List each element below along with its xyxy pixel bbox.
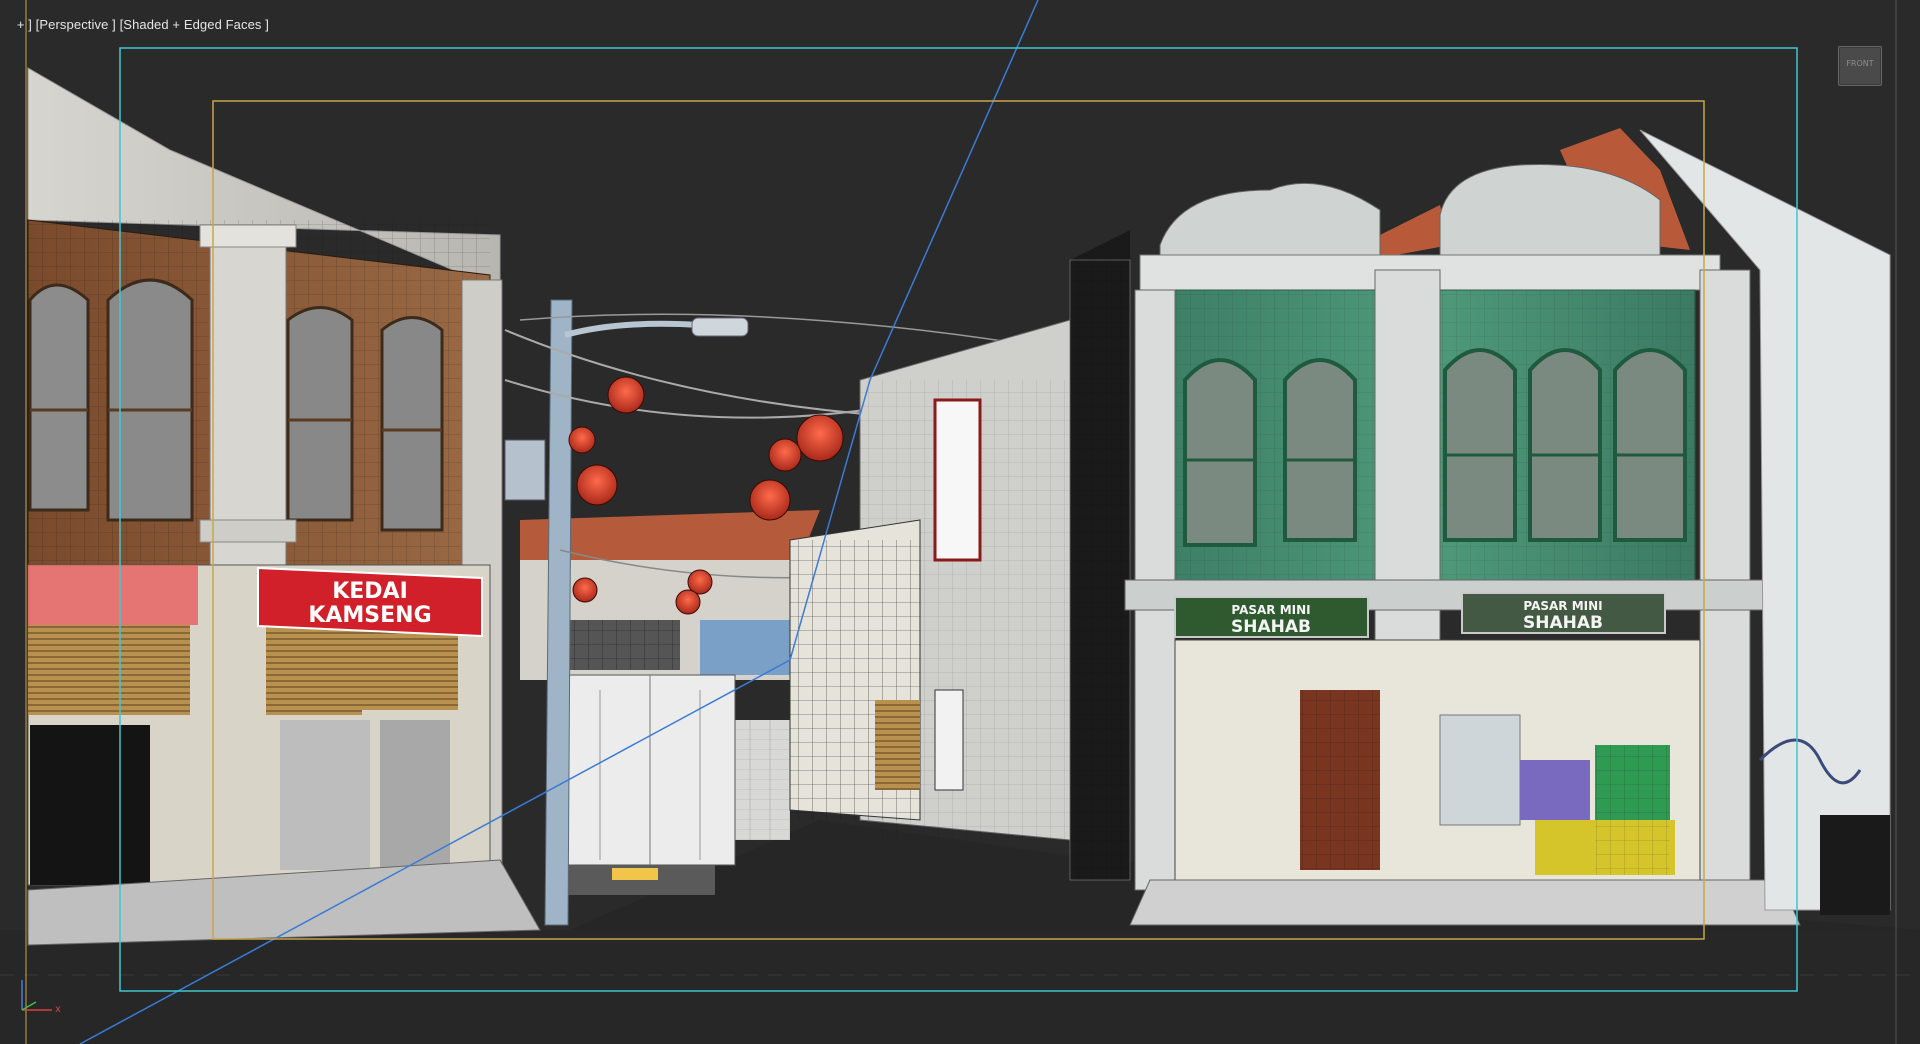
svg-text:x: x <box>55 1004 61 1015</box>
right-shophouse <box>1124 128 1891 926</box>
viewport-label-mid: ] [ <box>108 17 124 32</box>
viewport-label: + ] [Perspective ] [Shaded + Edged Faces… <box>2 2 269 47</box>
viewport-label-suffix: ] <box>261 17 269 32</box>
perspective-viewport[interactable]: KEDAI KAMSENG PASAR MINI SHAHAB PASAR MI… <box>0 0 1920 1044</box>
pasar-right-line2: SHAHAB <box>1523 613 1603 633</box>
left-shophouse <box>27 67 541 946</box>
kedai-sign-line2: KAMSENG <box>308 603 431 628</box>
viewport-shading-mode[interactable]: Shaded + Edged Faces <box>123 17 261 32</box>
kedai-kamseng-sign: KEDAI KAMSENG <box>257 566 483 638</box>
pasar-mini-sign-right: PASAR MINI SHAHAB <box>1461 592 1666 634</box>
pasar-left-line1: PASAR MINI <box>1231 603 1310 617</box>
kedai-sign-line1: KEDAI <box>332 579 408 604</box>
viewcube[interactable]: FRONT <box>1838 46 1882 86</box>
pasar-mini-sign-left: PASAR MINI SHAHAB <box>1174 596 1369 638</box>
middle-shophouses <box>789 230 1131 881</box>
viewport-view-name[interactable]: Perspective <box>39 17 108 32</box>
delivery-truck <box>560 674 736 895</box>
viewcube-face-label: FRONT <box>1846 59 1874 68</box>
viewport-label-prefix[interactable]: + ] [ <box>17 17 40 32</box>
scene-render[interactable]: KEDAI KAMSENG PASAR MINI SHAHAB PASAR MI… <box>0 0 1920 1044</box>
pasar-left-line2: SHAHAB <box>1231 617 1311 637</box>
pasar-right-line1: PASAR MINI <box>1523 599 1602 613</box>
